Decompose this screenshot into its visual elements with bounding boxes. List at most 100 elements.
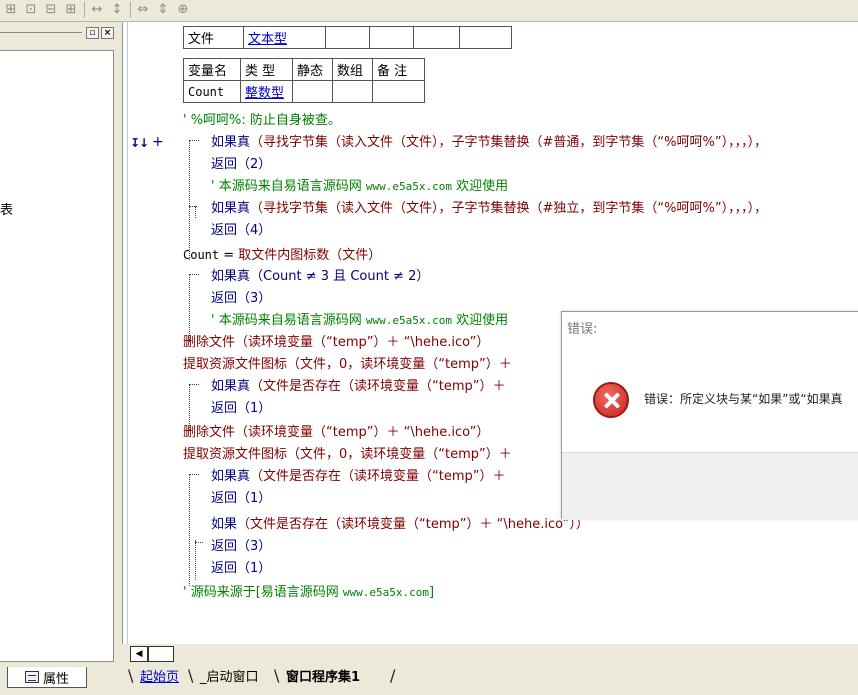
- close-button[interactable]: ×: [101, 27, 114, 39]
- comment-text: ' 本源码来自易语言源码网: [211, 313, 366, 328]
- var-note-cell[interactable]: [372, 80, 425, 103]
- code-line[interactable]: 删除文件（读环境变量（“temp”）＋ “\hehe.ico”）: [183, 332, 489, 354]
- file-param-table: 文件 文本型: [183, 26, 512, 49]
- var-static-cell[interactable]: [292, 80, 333, 103]
- code-line[interactable]: 返回（3）: [211, 536, 271, 558]
- error-message: 错误：所定义块与某“如果”或“如果真: [644, 392, 843, 406]
- code-text: 返回（2）: [211, 157, 272, 172]
- flow-line: [189, 140, 199, 141]
- tab-launch-window[interactable]: _启动窗口: [194, 667, 265, 689]
- expand-icon[interactable]: +: [152, 134, 164, 150]
- code-line[interactable]: 返回（1）: [211, 488, 271, 510]
- flow-line: [195, 540, 196, 580]
- var-header-note: 备 注: [372, 58, 425, 81]
- code-text: 返回（3）: [211, 291, 272, 306]
- flow-line: [189, 474, 199, 475]
- code-text: （寻找字节集（读入文件（文件），子字节集替换（#普通，到字节集（“%呵呵%”），…: [250, 135, 768, 150]
- code-line[interactable]: 返回（2）: [211, 154, 271, 176]
- comment-text: ' %呵呵%: 防止自身被查。: [183, 113, 341, 128]
- code-line[interactable]: 提取资源文件图标（文件，0，读环境变量（“temp”）＋: [183, 444, 512, 466]
- breakpoint-arrows-icon[interactable]: ↧↓: [130, 136, 149, 150]
- same-width-icon[interactable]: ↔: [88, 1, 106, 18]
- code-text: （寻找字节集（读入文件（文件），子字节集替换（#独立，到字节集（“%呵呵%”），…: [250, 201, 768, 216]
- toolbar: ⊞ ⊡ ⊟ ⊞ ↔ ↕ ⇔ ⇕ ⊕: [0, 0, 858, 22]
- code-line[interactable]: 返回（1）: [211, 398, 271, 420]
- param-cell[interactable]: [413, 26, 460, 49]
- comment-url: www.e5a5x.com: [342, 586, 430, 599]
- code-line[interactable]: ' 本源码来自易语言源码网 www.e5a5x.com 欢迎使用: [211, 176, 508, 198]
- left-panel-content[interactable]: 表: [0, 50, 114, 662]
- left-panel-text: 表: [0, 203, 14, 218]
- code-line[interactable]: 如果真（Count ≠ 3 且 Count ≠ 2）: [211, 266, 429, 288]
- code-line[interactable]: 如果（文件是否存在（读环境变量（“temp”）＋ “\hehe.ico”））: [211, 514, 589, 536]
- code-text: 返回（4）: [211, 223, 272, 238]
- tab-properties[interactable]: 属性: [7, 667, 87, 688]
- space-horizontal-icon[interactable]: ⇔: [134, 1, 152, 18]
- toolbar-separator: [130, 2, 131, 18]
- code-text: （Count ≠ 3 且 Count ≠ 2）: [250, 269, 430, 284]
- error-dialog-footer: [562, 452, 858, 520]
- var-array-cell[interactable]: [332, 80, 373, 103]
- var-header-static: 静态: [292, 58, 333, 81]
- space-vertical-icon[interactable]: ⇕: [154, 1, 172, 18]
- var-header-type: 类 型: [240, 58, 293, 81]
- code-line[interactable]: 如果真（文件是否存在（读环境变量（“temp”）＋: [211, 466, 506, 488]
- var-type-cell[interactable]: 整数型: [240, 80, 293, 103]
- left-panel-titlebar: ▫ ×: [0, 24, 118, 42]
- comment-text: 欢迎使用: [451, 179, 509, 194]
- code-line[interactable]: Count = 取文件内图标数（文件）: [183, 244, 381, 266]
- code-line[interactable]: 提取资源文件图标（文件，0，读环境变量（“temp”）＋: [183, 354, 512, 376]
- center-form-icon[interactable]: ⊕: [174, 1, 192, 18]
- tab-program-set[interactable]: 窗口程序集1: [280, 667, 366, 689]
- code-line[interactable]: 返回（4）: [211, 220, 271, 242]
- var-name-cell[interactable]: Count: [183, 80, 241, 103]
- param-cell[interactable]: [325, 26, 370, 49]
- code-line[interactable]: 如果真（寻找字节集（读入文件（文件），子字节集替换（#独立，到字节集（“%呵呵%…: [211, 198, 767, 220]
- minimize-button[interactable]: ▫: [86, 27, 99, 39]
- code-text: 取文件内图标数（文件）: [238, 248, 382, 263]
- scroll-left-icon[interactable]: ◀: [130, 646, 148, 662]
- param-type-cell[interactable]: 文本型: [243, 26, 326, 49]
- same-height-icon[interactable]: ↕: [108, 1, 126, 18]
- comment-text: ' 源码来源于[易语言源码网: [183, 585, 343, 600]
- code-text: 提取资源文件图标（文件，0，读环境变量（“temp”）＋: [183, 357, 512, 372]
- code-text: 删除文件（读环境变量（“temp”）＋ “\hehe.ico”）: [183, 335, 490, 350]
- keyword-text: 如果真: [211, 469, 251, 484]
- align-top-icon[interactable]: ⊟: [42, 1, 60, 18]
- align-left-icon[interactable]: ⊞: [2, 1, 20, 18]
- titlebar-grip: [0, 32, 82, 33]
- flow-line: [195, 206, 196, 218]
- tab-start-page[interactable]: 起始页: [134, 667, 185, 689]
- align-center-icon[interactable]: ⊡: [22, 1, 40, 18]
- horizontal-scrollbar[interactable]: ◀: [122, 644, 858, 664]
- properties-icon: [24, 671, 39, 683]
- code-line[interactable]: 如果真（文件是否存在（读环境变量（“temp”）＋: [211, 376, 506, 398]
- comment-text: ' 本源码来自易语言源码网: [211, 179, 366, 194]
- variable-table: 变量名 类 型 静态 数组 备 注 Count 整数型: [183, 58, 425, 103]
- tab-divider: /: [390, 666, 396, 685]
- code-text: 删除文件（读环境变量（“temp”）＋ “\hehe.ico”）: [183, 425, 490, 440]
- comment-url: www.e5a5x.com: [365, 180, 452, 193]
- code-text: 返回（1）: [211, 561, 272, 576]
- code-text: （文件是否存在（读环境变量（“temp”）＋ “\hehe.ico”））: [237, 517, 589, 532]
- code-line[interactable]: 返回（1）: [211, 558, 271, 580]
- code-text: 提取资源文件图标（文件，0，读环境变量（“temp”）＋: [183, 447, 512, 462]
- code-line[interactable]: ' 本源码来自易语言源码网 www.e5a5x.com 欢迎使用: [211, 310, 508, 332]
- align-middle-icon[interactable]: ⊞: [62, 1, 80, 18]
- flow-line: [195, 542, 203, 543]
- scroll-thumb[interactable]: [148, 646, 174, 662]
- code-line[interactable]: 返回（3）: [211, 288, 271, 310]
- code-line[interactable]: ' %呵呵%: 防止自身被查。: [183, 110, 341, 132]
- comment-text: 欢迎使用: [451, 313, 509, 328]
- param-cell[interactable]: [369, 26, 414, 49]
- code-line[interactable]: 删除文件（读环境变量（“temp”）＋ “\hehe.ico”）: [183, 422, 489, 444]
- toolbar-separator: [84, 2, 85, 18]
- comment-text: ]: [429, 585, 435, 600]
- code-text: 返回（1）: [211, 401, 272, 416]
- keyword-text: 如果真: [211, 269, 251, 284]
- param-name-cell[interactable]: 文件: [183, 26, 244, 49]
- code-line[interactable]: ' 源码来源于[易语言源码网 www.e5a5x.com]: [183, 582, 434, 604]
- code-text: 返回（1）: [211, 491, 272, 506]
- param-cell[interactable]: [459, 26, 512, 49]
- code-line[interactable]: 如果真（寻找字节集（读入文件（文件），子字节集替换（#普通，到字节集（“%呵呵%…: [211, 132, 767, 154]
